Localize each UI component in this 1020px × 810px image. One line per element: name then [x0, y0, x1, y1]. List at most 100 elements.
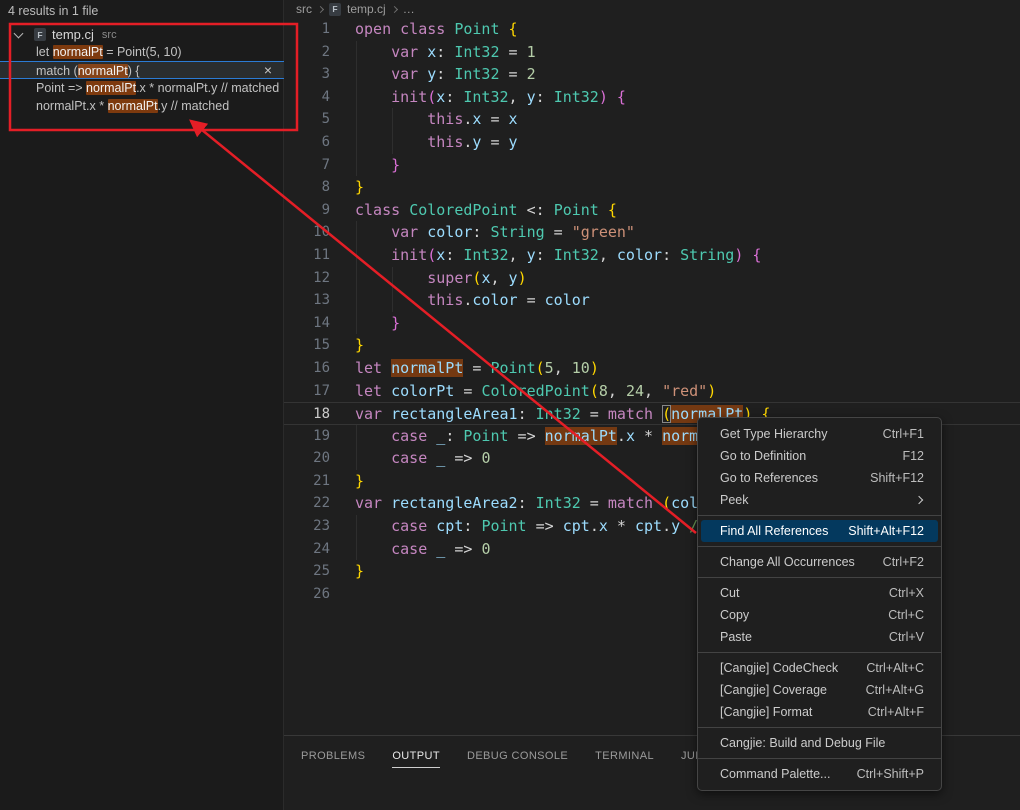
search-result-row[interactable]: normalPt.x * normalPt.y // matched	[0, 97, 284, 115]
code-line[interactable]: 7 }	[284, 154, 1020, 177]
chevron-down-icon[interactable]	[14, 28, 24, 38]
menu-item-label: Find All References	[720, 524, 828, 538]
code-token: case	[391, 449, 436, 467]
code-token: (	[427, 88, 436, 106]
line-number: 24	[284, 538, 330, 561]
code-token: this	[427, 133, 463, 151]
menu-item-paste[interactable]: PasteCtrl+V	[701, 626, 938, 648]
result-text: .y // matched	[158, 99, 230, 113]
code-token: )	[734, 246, 743, 264]
code-text: }	[355, 470, 364, 493]
breadcrumb-item[interactable]: temp.cj	[347, 2, 386, 16]
search-result-row[interactable]: Point => normalPt.x * normalPt.y // matc…	[0, 79, 284, 97]
code-line[interactable]: 6 this.y = y	[284, 131, 1020, 154]
indent-guide	[392, 289, 393, 312]
code-token: 24	[626, 382, 644, 400]
file-name: temp.cj	[52, 27, 94, 42]
menu-separator	[698, 577, 941, 578]
menu-item-cut[interactable]: CutCtrl+X	[701, 582, 938, 604]
indent-guide	[356, 538, 357, 561]
code-token: ,	[608, 382, 626, 400]
code-line[interactable]: 14 }	[284, 312, 1020, 335]
menu-item-get-type-hierarchy[interactable]: Get Type HierarchyCtrl+F1	[701, 423, 938, 445]
code-text: case _ => 0	[355, 447, 490, 470]
menu-item-go-to-references[interactable]: Go to ReferencesShift+F12	[701, 467, 938, 489]
code-line[interactable]: 10 var color: String = "green"	[284, 221, 1020, 244]
code-token: }	[355, 178, 364, 196]
panel-tab-debug-console[interactable]: DEBUG CONSOLE	[467, 750, 568, 768]
menu-item-shortcut: Ctrl+F2	[883, 555, 924, 569]
code-token: class	[355, 201, 409, 219]
code-token: 0	[481, 540, 490, 558]
menu-item-peek[interactable]: Peek	[701, 489, 938, 511]
code-token: match	[608, 494, 662, 512]
file-result-row[interactable]: F temp.cj src	[0, 25, 284, 44]
code-line[interactable]: 11 init(x: Int32, y: Int32, color: Strin…	[284, 244, 1020, 267]
code-token: )	[590, 359, 599, 377]
breadcrumb-item[interactable]: …	[403, 2, 415, 16]
menu-item-shortcut: Ctrl+Alt+G	[866, 683, 924, 697]
code-token: var	[355, 494, 391, 512]
menu-item-command-palette[interactable]: Command Palette...Ctrl+Shift+P	[701, 763, 938, 785]
code-token: (	[536, 359, 545, 377]
code-line[interactable]: 2 var x: Int32 = 1	[284, 41, 1020, 64]
code-line[interactable]: 5 this.x = x	[284, 108, 1020, 131]
panel-tab-terminal[interactable]: TERMINAL	[595, 750, 654, 768]
code-line[interactable]: 17let colorPt = ColoredPoint(8, 24, "red…	[284, 380, 1020, 403]
code-token: Point	[463, 427, 508, 445]
menu-item-label: [Cangjie] Coverage	[720, 683, 827, 697]
code-text: }	[355, 154, 400, 177]
menu-item-label: Go to References	[720, 471, 818, 485]
menu-item-cangjie-coverage[interactable]: [Cangjie] Coverage Ctrl+Alt+G	[701, 679, 938, 701]
dismiss-result-icon[interactable]: ×	[264, 62, 272, 79]
code-token: ,	[644, 382, 662, 400]
menu-item-find-all-references[interactable]: Find All ReferencesShift+Alt+F12	[701, 520, 938, 542]
code-line[interactable]: 3 var y: Int32 = 2	[284, 63, 1020, 86]
indent-guide	[356, 221, 357, 244]
code-line[interactable]: 16let normalPt = Point(5, 10)	[284, 357, 1020, 380]
chevron-right-icon	[317, 5, 324, 12]
code-line[interactable]: 9class ColoredPoint <: Point {	[284, 199, 1020, 222]
code-line[interactable]: 8}	[284, 176, 1020, 199]
menu-item-change-all-occurrences[interactable]: Change All OccurrencesCtrl+F2	[701, 551, 938, 573]
code-line[interactable]: 12 super(x, y)	[284, 267, 1020, 290]
menu-item-cangjie-build-and-debug-file[interactable]: Cangjie: Build and Debug File	[701, 732, 938, 754]
panel-tab-output[interactable]: OUTPUT	[392, 750, 440, 768]
menu-item-go-to-definition[interactable]: Go to DefinitionF12	[701, 445, 938, 467]
code-token: x	[436, 246, 445, 264]
menu-item-label: Cangjie: Build and Debug File	[720, 736, 885, 750]
line-number: 13	[284, 289, 330, 312]
code-token: ,	[509, 88, 527, 106]
code-line[interactable]: 13 this.color = color	[284, 289, 1020, 312]
line-number: 20	[284, 447, 330, 470]
code-token: y	[509, 133, 518, 151]
chevron-right-icon	[391, 5, 398, 12]
code-token: var	[355, 405, 391, 423]
code-token	[355, 43, 391, 61]
code-token: this	[427, 291, 463, 309]
code-token: ColoredPoint	[409, 201, 526, 219]
code-line[interactable]: 15}	[284, 334, 1020, 357]
menu-item-label: Command Palette...	[720, 767, 830, 781]
code-token: let	[355, 359, 391, 377]
code-token: 10	[572, 359, 590, 377]
code-line[interactable]: 1open class Point {	[284, 18, 1020, 41]
code-text: }	[355, 334, 364, 357]
code-token: Point	[454, 20, 508, 38]
menu-item-cangjie-format[interactable]: [Cangjie] FormatCtrl+Alt+F	[701, 701, 938, 723]
code-token: ,	[509, 246, 527, 264]
code-token: .	[662, 517, 671, 535]
code-token: =	[481, 133, 508, 151]
breadcrumb-item[interactable]: src	[296, 2, 312, 16]
search-result-row[interactable]: let normalPt = Point(5, 10)	[0, 43, 284, 61]
code-token: _	[436, 540, 445, 558]
code-text: this.color = color	[355, 289, 590, 312]
menu-item-cangjie-codecheck[interactable]: [Cangjie] CodeCheckCtrl+Alt+C	[701, 657, 938, 679]
code-line[interactable]: 4 init(x: Int32, y: Int32) {	[284, 86, 1020, 109]
menu-item-label: Go to Definition	[720, 449, 806, 463]
search-result-row[interactable]: match (normalPt) {×	[0, 61, 284, 79]
menu-item-copy[interactable]: CopyCtrl+C	[701, 604, 938, 626]
result-text: Point =>	[36, 81, 86, 95]
panel-tab-problems[interactable]: PROBLEMS	[301, 750, 365, 768]
indent-guide	[356, 425, 357, 448]
